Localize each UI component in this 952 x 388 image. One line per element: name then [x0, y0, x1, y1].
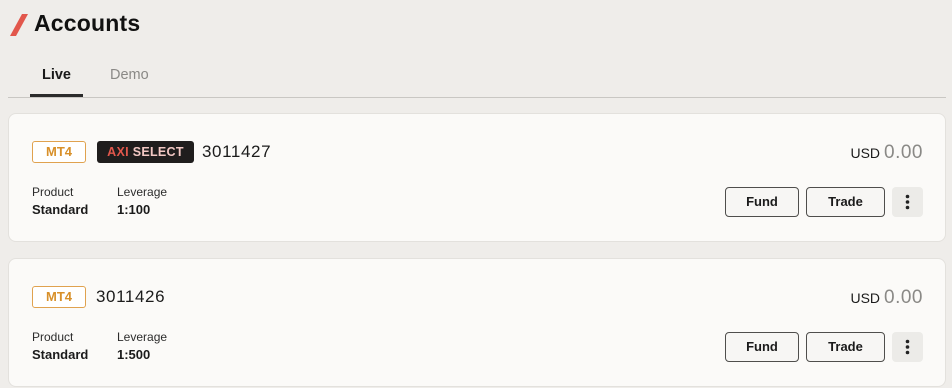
product-label: Product — [32, 330, 74, 344]
leverage-label: Leverage — [117, 330, 168, 344]
leverage-label: Leverage — [117, 185, 168, 199]
tab-live[interactable]: Live — [30, 67, 83, 97]
badge-prefix: AXI — [107, 145, 129, 159]
platform-badge: MT4 — [32, 286, 86, 308]
more-vertical-icon — [905, 194, 910, 210]
product-value: Standard — [32, 347, 89, 362]
fund-button[interactable]: Fund — [725, 187, 799, 217]
account-tabs: Live Demo — [8, 60, 946, 98]
more-options-button[interactable] — [892, 187, 923, 217]
product-value: Standard — [32, 202, 89, 217]
fund-button[interactable]: Fund — [725, 332, 799, 362]
slash-logo — [10, 14, 28, 36]
badge-suffix: SELECT — [132, 145, 184, 159]
axi-select-badge: AXI SELECT — [97, 141, 194, 163]
account-card: MT4 AXI SELECT 3011427 USD 0.00 Product S… — [8, 113, 946, 242]
page-header: Accounts — [0, 0, 952, 50]
page-title: Accounts — [34, 10, 141, 36]
balance-amount: 0.00 — [884, 287, 923, 308]
tab-demo[interactable]: Demo — [110, 67, 149, 83]
balance-currency: USD — [850, 145, 881, 161]
trade-button[interactable]: Trade — [806, 332, 885, 362]
platform-badge: MT4 — [32, 141, 86, 163]
account-number: 3011426 — [96, 287, 166, 306]
more-options-button[interactable] — [892, 332, 923, 362]
balance-currency: USD — [850, 290, 881, 306]
leverage-value: 1:500 — [117, 347, 151, 362]
account-balance: USD 0.00 — [850, 287, 923, 309]
account-card: MT4 3011426 USD 0.00 Product Standard Lev… — [8, 258, 946, 387]
account-number: 3011427 — [202, 142, 272, 161]
trade-button[interactable]: Trade — [806, 187, 885, 217]
product-label: Product — [32, 185, 74, 199]
more-vertical-icon — [905, 339, 910, 355]
account-balance: USD 0.00 — [850, 142, 923, 164]
leverage-value: 1:100 — [117, 202, 151, 217]
balance-amount: 0.00 — [884, 142, 923, 163]
